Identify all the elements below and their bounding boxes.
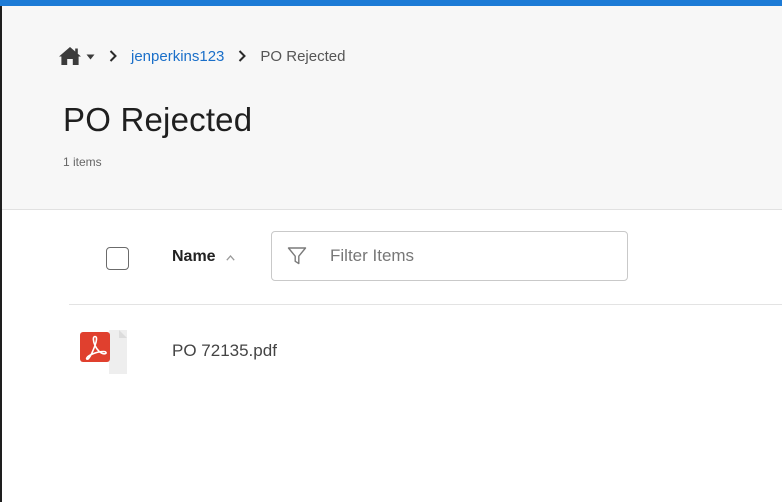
filter-box — [271, 231, 628, 281]
caret-down-icon — [86, 54, 95, 60]
chevron-right-icon — [109, 50, 117, 62]
breadcrumb-link-jenperkins123[interactable]: jenperkins123 — [131, 48, 224, 65]
file-name: PO 72135.pdf — [172, 341, 277, 360]
caret-up-icon — [225, 255, 235, 261]
select-all-checkbox[interactable] — [106, 247, 129, 270]
chevron-right-icon — [239, 50, 247, 62]
pdf-file-icon — [80, 330, 127, 374]
name-column-header: Name — [172, 248, 216, 265]
home-icon — [59, 47, 81, 65]
sort-by-name-button[interactable]: Name — [172, 244, 235, 270]
filter-input[interactable] — [330, 241, 620, 271]
breadcrumb-current: PO Rejected — [260, 47, 346, 65]
breadcrumb: jenperkins123 PO Rejected — [58, 44, 345, 68]
list-divider — [69, 304, 782, 305]
list-item[interactable]: PO 72135.pdf — [69, 320, 782, 382]
funnel-icon — [287, 247, 307, 265]
page-title: PO Rejected — [63, 101, 253, 138]
home-menu-button[interactable] — [58, 46, 95, 66]
item-count: 1 items — [63, 155, 102, 169]
